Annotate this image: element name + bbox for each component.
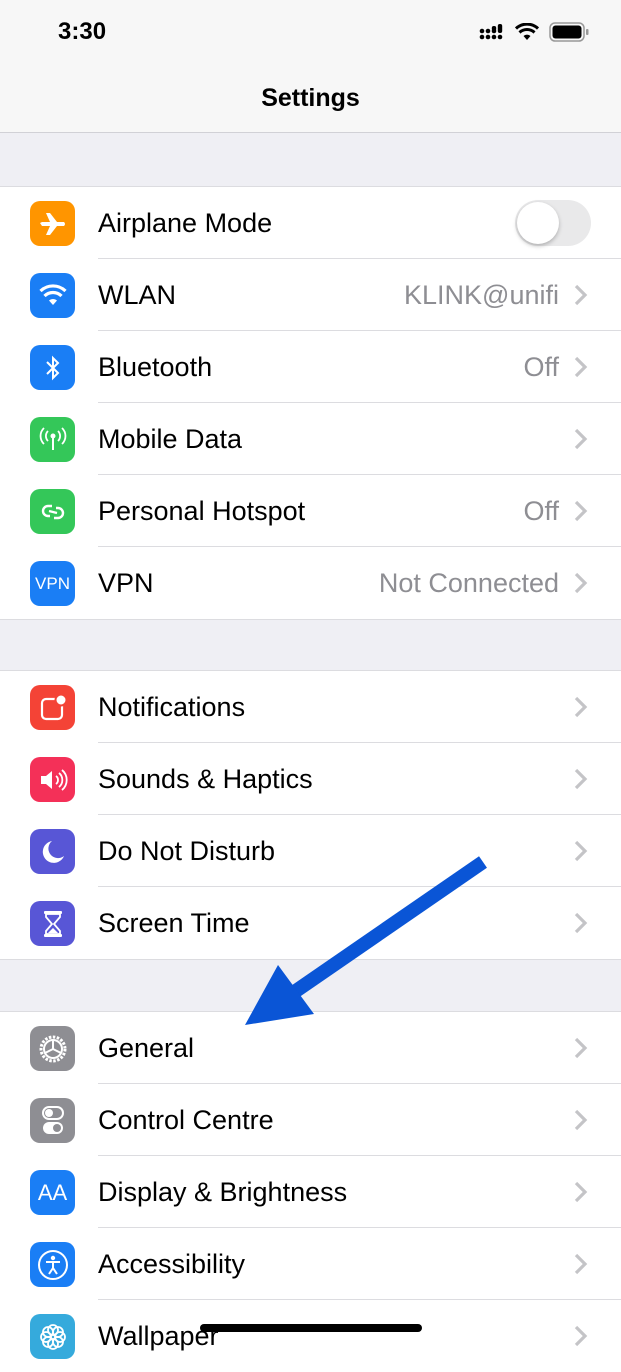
airplane-icon	[30, 201, 75, 246]
chevron-right-icon	[574, 428, 588, 450]
settings-row-airplane-mode[interactable]: Airplane Mode	[0, 187, 621, 259]
row-label: Sounds & Haptics	[98, 763, 313, 794]
chevron-right-icon	[574, 840, 588, 862]
settings-row-general[interactable]: General	[0, 1012, 621, 1084]
row-label: Mobile Data	[98, 423, 243, 454]
page-title: Settings	[261, 84, 360, 112]
settings-row-wallpaper[interactable]: Wallpaper	[0, 1300, 621, 1372]
text-size-icon: AA	[30, 1170, 75, 1215]
vpn-icon: VPN	[30, 561, 75, 606]
gear-icon	[30, 1026, 75, 1071]
chevron-right-icon	[574, 1253, 588, 1275]
bluetooth-status-value: Off	[523, 351, 559, 382]
row-label: VPN	[98, 567, 154, 598]
status-bar: 3:30	[0, 0, 621, 70]
status-icons	[479, 22, 589, 42]
chevron-right-icon	[574, 1037, 588, 1059]
switches-icon	[30, 1098, 75, 1143]
text-size-icon-text: AA	[37, 1179, 68, 1205]
battery-icon	[549, 22, 589, 42]
settings-row-personal-hotspot[interactable]: Personal Hotspot Off	[0, 475, 621, 547]
settings-row-notifications[interactable]: Notifications	[0, 671, 621, 743]
row-label: Accessibility	[98, 1248, 246, 1279]
settings-row-do-not-disturb[interactable]: Do Not Disturb	[0, 815, 621, 887]
row-label: Control Centre	[98, 1104, 274, 1135]
settings-group-general: General Control Centre AA Display & Brig…	[0, 1011, 621, 1372]
wifi-icon	[515, 23, 539, 40]
accessibility-icon	[30, 1242, 75, 1287]
chevron-right-icon	[574, 696, 588, 718]
chevron-right-icon	[574, 768, 588, 790]
moon-icon	[30, 829, 75, 874]
hourglass-icon	[30, 901, 75, 946]
vpn-status-value: Not Connected	[378, 567, 559, 598]
hotspot-icon	[30, 489, 75, 534]
row-label: Display & Brightness	[98, 1176, 348, 1207]
antenna-icon	[30, 417, 75, 462]
settings-row-sounds-haptics[interactable]: Sounds & Haptics	[0, 743, 621, 815]
row-label: Notifications	[98, 691, 246, 722]
home-indicator[interactable]	[200, 1324, 422, 1332]
settings-row-screen-time[interactable]: Screen Time	[0, 887, 621, 959]
chevron-right-icon	[574, 572, 588, 594]
row-label: Airplane Mode	[98, 207, 273, 238]
toggle-knob	[517, 202, 559, 244]
hotspot-status-value: Off	[523, 495, 559, 526]
chevron-right-icon	[574, 500, 588, 522]
chevron-right-icon	[574, 284, 588, 306]
settings-row-control-centre[interactable]: Control Centre	[0, 1084, 621, 1156]
chevron-right-icon	[574, 1181, 588, 1203]
settings-row-display-brightness[interactable]: AA Display & Brightness	[0, 1156, 621, 1228]
wlan-network-value: KLINK@unifi	[404, 279, 559, 310]
settings-group-notifications: Notifications Sounds & Haptics Do Not Di…	[0, 670, 621, 960]
chevron-right-icon	[574, 1109, 588, 1131]
flower-icon	[30, 1314, 75, 1359]
notifications-icon	[30, 685, 75, 730]
airplane-mode-toggle[interactable]	[515, 200, 591, 246]
row-label: Bluetooth	[98, 351, 213, 382]
settings-row-accessibility[interactable]: Accessibility	[0, 1228, 621, 1300]
settings-group-connectivity: Airplane Mode WLAN KLINK@unifi Bluetooth…	[0, 186, 621, 620]
row-label: General	[98, 1032, 195, 1063]
settings-row-mobile-data[interactable]: Mobile Data	[0, 403, 621, 475]
cellular-signal-icon	[479, 24, 503, 40]
speaker-icon	[30, 757, 75, 802]
settings-row-bluetooth[interactable]: Bluetooth Off	[0, 331, 621, 403]
bluetooth-icon	[30, 345, 75, 390]
wifi-icon	[30, 273, 75, 318]
settings-row-vpn[interactable]: VPN VPN Not Connected	[0, 547, 621, 619]
status-time: 3:30	[58, 18, 107, 45]
row-label: Do Not Disturb	[98, 835, 276, 866]
chevron-right-icon	[574, 912, 588, 934]
navigation-bar: Settings	[0, 70, 621, 133]
row-label: Screen Time	[98, 907, 250, 938]
vpn-icon-text: VPN	[35, 573, 70, 593]
row-label: WLAN	[98, 279, 177, 310]
chevron-right-icon	[574, 356, 588, 378]
settings-row-wlan[interactable]: WLAN KLINK@unifi	[0, 259, 621, 331]
row-label: Personal Hotspot	[98, 495, 306, 526]
